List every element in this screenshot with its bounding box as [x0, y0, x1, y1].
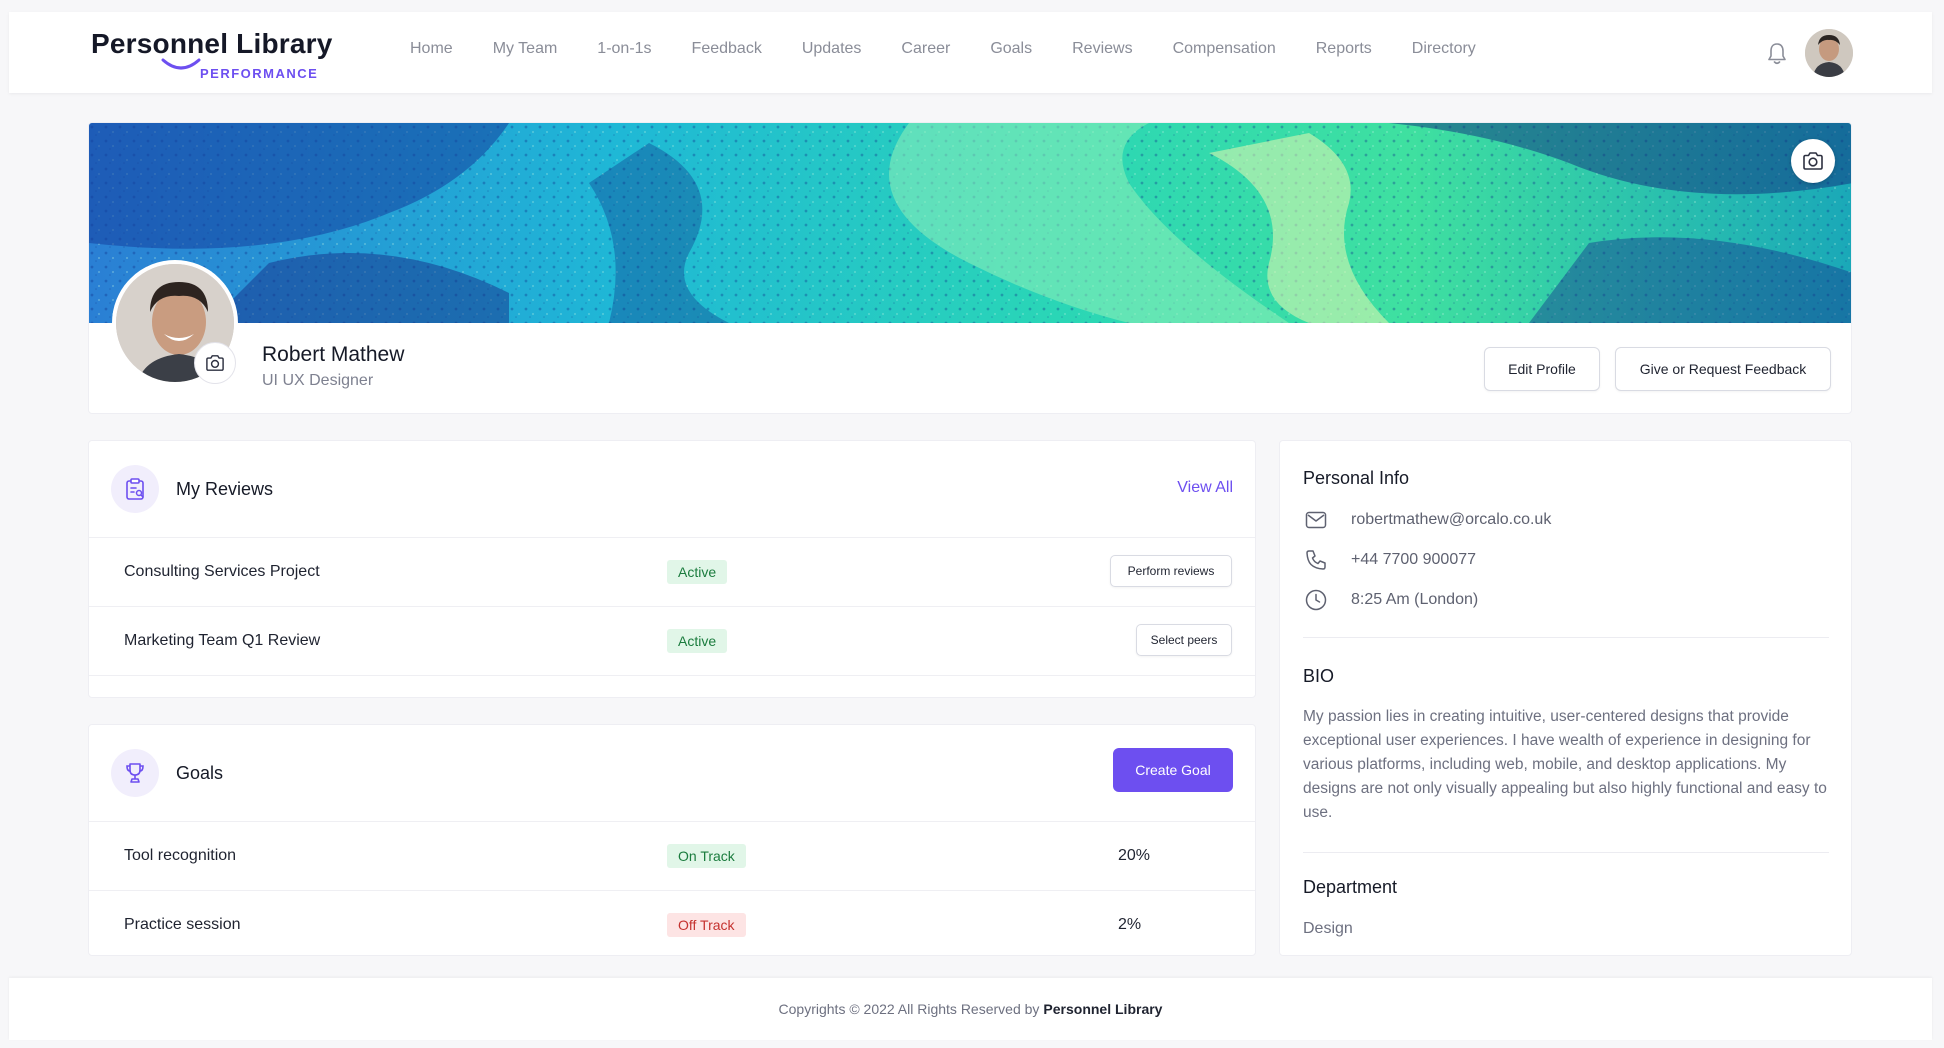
footer-brand: Personnel Library: [1043, 1001, 1163, 1017]
trophy-icon: [126, 763, 144, 783]
goal-progress: 2%: [1118, 916, 1142, 933]
view-all-reviews-link[interactable]: View All: [1177, 479, 1233, 497]
brand-logo[interactable]: Personnel Library PERFORMANCE: [91, 28, 333, 81]
nav-1-on-1s[interactable]: 1-on-1s: [597, 40, 651, 58]
goals-panel: Goals Create Goal Tool recognition On Tr…: [88, 724, 1256, 956]
perform-reviews-button[interactable]: Perform reviews: [1110, 555, 1232, 587]
edit-profile-button[interactable]: Edit Profile: [1484, 347, 1600, 391]
nav-feedback[interactable]: Feedback: [692, 40, 762, 58]
nav-directory[interactable]: Directory: [1412, 40, 1476, 58]
user-avatar[interactable]: [1805, 29, 1853, 77]
goal-progress: 20%: [1118, 847, 1151, 864]
nav-home[interactable]: Home: [410, 40, 453, 58]
phone-icon: [1306, 550, 1326, 570]
phone-value[interactable]: +44 7700 900077: [1351, 551, 1476, 569]
profile-name: Robert Mathew: [262, 343, 405, 366]
footer-copyright: Copyrights © 2022 All Rights Reserved by: [778, 1001, 1040, 1017]
email-value[interactable]: robertmathew@orcalo.co.uk: [1351, 511, 1551, 529]
camera-icon: [1803, 152, 1823, 170]
logo-swoosh-icon: [161, 58, 201, 70]
status-badge: On Track: [667, 844, 746, 868]
select-peers-button[interactable]: Select peers: [1136, 624, 1232, 656]
clock-icon: [1305, 589, 1327, 611]
status-badge: Active: [667, 560, 728, 584]
email-line: robertmathew@orcalo.co.uk: [1303, 507, 1551, 533]
local-time-line: 8:25 Am (London): [1303, 587, 1478, 613]
change-cover-button[interactable]: [1791, 139, 1835, 183]
phone-line: +44 7700 900077: [1303, 547, 1476, 573]
nav-my-team[interactable]: My Team: [493, 40, 558, 58]
status-badge: Off Track: [667, 913, 746, 937]
cover-banner: [89, 123, 1851, 323]
my-reviews-panel: My Reviews View All Consulting Services …: [88, 440, 1256, 698]
nav-career[interactable]: Career: [901, 40, 950, 58]
status-badge: Active: [667, 629, 728, 653]
bio-text: My passion lies in creating intuitive, u…: [1303, 708, 1827, 821]
mail-icon: [1305, 511, 1327, 529]
main-nav: Home My Team 1-on-1s Feedback Updates Ca…: [410, 40, 1516, 58]
divider: [1303, 852, 1829, 853]
profile-card: Robert Mathew UI UX Designer Edit Profil…: [88, 122, 1852, 414]
department-title: Department: [1303, 877, 1398, 897]
reviews-clipboard-icon: [126, 478, 144, 500]
page-footer: Copyrights © 2022 All Rights Reserved by…: [9, 978, 1932, 1040]
table-row: Consulting Services Project Active Perfo…: [89, 537, 1255, 606]
my-reviews-title: My Reviews: [176, 479, 274, 499]
nav-goals[interactable]: Goals: [990, 40, 1032, 58]
nav-reports[interactable]: Reports: [1316, 40, 1372, 58]
goals-title: Goals: [176, 763, 224, 783]
row-divider: [89, 675, 1255, 697]
review-name: Consulting Services Project: [124, 563, 320, 580]
department-value: Design: [1303, 920, 1353, 937]
create-goal-button[interactable]: Create Goal: [1113, 748, 1233, 792]
goal-name: Practice session: [124, 916, 241, 933]
camera-icon: [206, 355, 224, 371]
reviews-icon-badge: [111, 465, 159, 513]
nav-compensation[interactable]: Compensation: [1173, 40, 1276, 58]
nav-reviews[interactable]: Reviews: [1072, 40, 1132, 58]
review-name: Marketing Team Q1 Review: [124, 632, 321, 649]
bio-title: BIO: [1303, 666, 1335, 686]
personal-info-panel: Personal Info robertmathew@orcalo.co.uk …: [1279, 440, 1852, 956]
goals-icon-badge: [111, 749, 159, 797]
goal-name: Tool recognition: [124, 847, 237, 864]
personal-info-title: Personal Info: [1303, 468, 1410, 488]
cover-banner-image: [89, 123, 1851, 323]
change-avatar-button[interactable]: [194, 342, 236, 384]
divider: [1303, 637, 1829, 638]
brand-subtitle: PERFORMANCE: [200, 66, 319, 81]
bell-icon[interactable]: [1765, 41, 1789, 67]
profile-role: UI UX Designer: [262, 372, 374, 389]
nav-updates[interactable]: Updates: [802, 40, 862, 58]
brand-name: Personnel Library: [91, 28, 333, 59]
give-request-feedback-button[interactable]: Give or Request Feedback: [1615, 347, 1831, 391]
table-row: Marketing Team Q1 Review Active Select p…: [89, 606, 1255, 675]
local-time-value: 8:25 Am (London): [1351, 591, 1479, 608]
avatar-portrait: [1805, 29, 1853, 77]
top-navigation-bar: Personnel Library PERFORMANCE Home My Te…: [9, 12, 1932, 93]
table-row: Tool recognition On Track 20%: [89, 821, 1255, 890]
table-row: Practice session Off Track 2%: [89, 890, 1255, 955]
